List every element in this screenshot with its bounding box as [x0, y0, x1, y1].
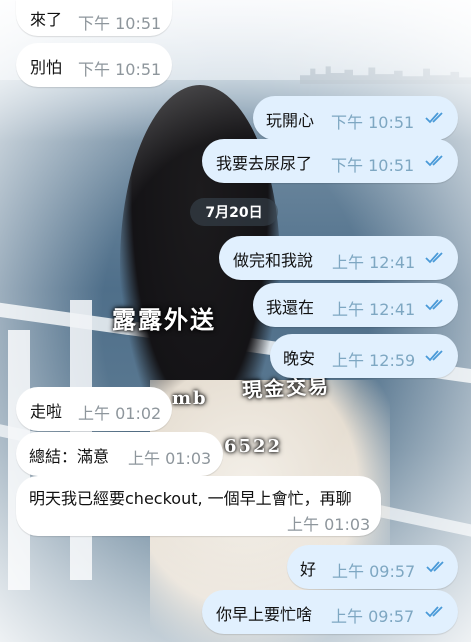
- message-time: 下午 10:51: [78, 60, 162, 79]
- message-time: 上午 09:57: [332, 562, 416, 581]
- double-check-icon: [425, 252, 443, 264]
- message-bubble[interactable]: 明天我已經要checkout, 一個早上會忙，再聊 上午 01:03: [16, 476, 381, 536]
- message-time: 上午 12:41: [332, 253, 416, 272]
- double-check-icon: [425, 350, 443, 362]
- message-bubble[interactable]: 我還在 上午 12:41: [253, 283, 458, 327]
- message-time: 上午 01:03: [128, 449, 212, 468]
- double-check-icon: [425, 606, 443, 618]
- message-bubble[interactable]: 好 上午 09:57: [287, 545, 458, 589]
- message-text: 晚安: [283, 349, 316, 368]
- message-time: 下午 10:51: [331, 113, 415, 132]
- message-text: 走啦: [30, 402, 63, 421]
- message-text: 我還在: [266, 298, 315, 317]
- message-time: 下午 10:51: [78, 14, 162, 33]
- message-time: 上午 01:03: [287, 515, 371, 534]
- watermark-fragment-mb: mb: [172, 388, 208, 409]
- watermark-fragment-num: 6522: [224, 436, 283, 457]
- message-bubble[interactable]: 你早上要忙啥 上午 09:57: [202, 590, 458, 634]
- message-text: 玩開心: [266, 111, 315, 130]
- message-bubble[interactable]: 別怕 下午 10:51: [16, 43, 172, 87]
- message-text: 做完和我說: [233, 251, 314, 270]
- message-bubble[interactable]: 做完和我說 上午 12:41: [219, 236, 458, 280]
- message-bubble[interactable]: 晚安 上午 12:59: [270, 334, 458, 378]
- double-check-icon: [425, 155, 443, 167]
- message-time: 上午 12:41: [332, 300, 416, 319]
- message-time: 上午 09:57: [331, 607, 415, 626]
- message-text: 總結：滿意: [29, 447, 110, 466]
- message-text: 我要去尿尿了: [216, 154, 313, 173]
- message-text: 明天我已經要checkout, 一個早上會忙，再聊: [29, 489, 352, 508]
- double-check-icon: [425, 299, 443, 311]
- double-check-icon: [425, 112, 443, 124]
- date-divider: 7月20日: [190, 198, 278, 226]
- message-text: 你早上要忙啥: [216, 605, 313, 624]
- message-bubble[interactable]: 走啦 上午 01:02: [16, 387, 172, 431]
- message-bubble[interactable]: 我要去尿尿了 下午 10:51: [202, 139, 458, 183]
- message-bubble[interactable]: 來了 下午 10:51: [16, 0, 172, 36]
- watermark-service: 露露外送: [112, 305, 216, 334]
- message-bubble[interactable]: 總結：滿意 上午 01:03: [16, 432, 223, 476]
- message-time: 上午 12:59: [332, 351, 416, 370]
- message-text: 來了: [30, 10, 63, 29]
- double-check-icon: [426, 561, 444, 573]
- message-time: 下午 10:51: [331, 156, 415, 175]
- message-text: 好: [300, 560, 317, 579]
- message-text: 別怕: [30, 58, 63, 77]
- message-time: 上午 01:02: [78, 404, 162, 423]
- message-bubble[interactable]: 玩開心 下午 10:51: [253, 96, 458, 140]
